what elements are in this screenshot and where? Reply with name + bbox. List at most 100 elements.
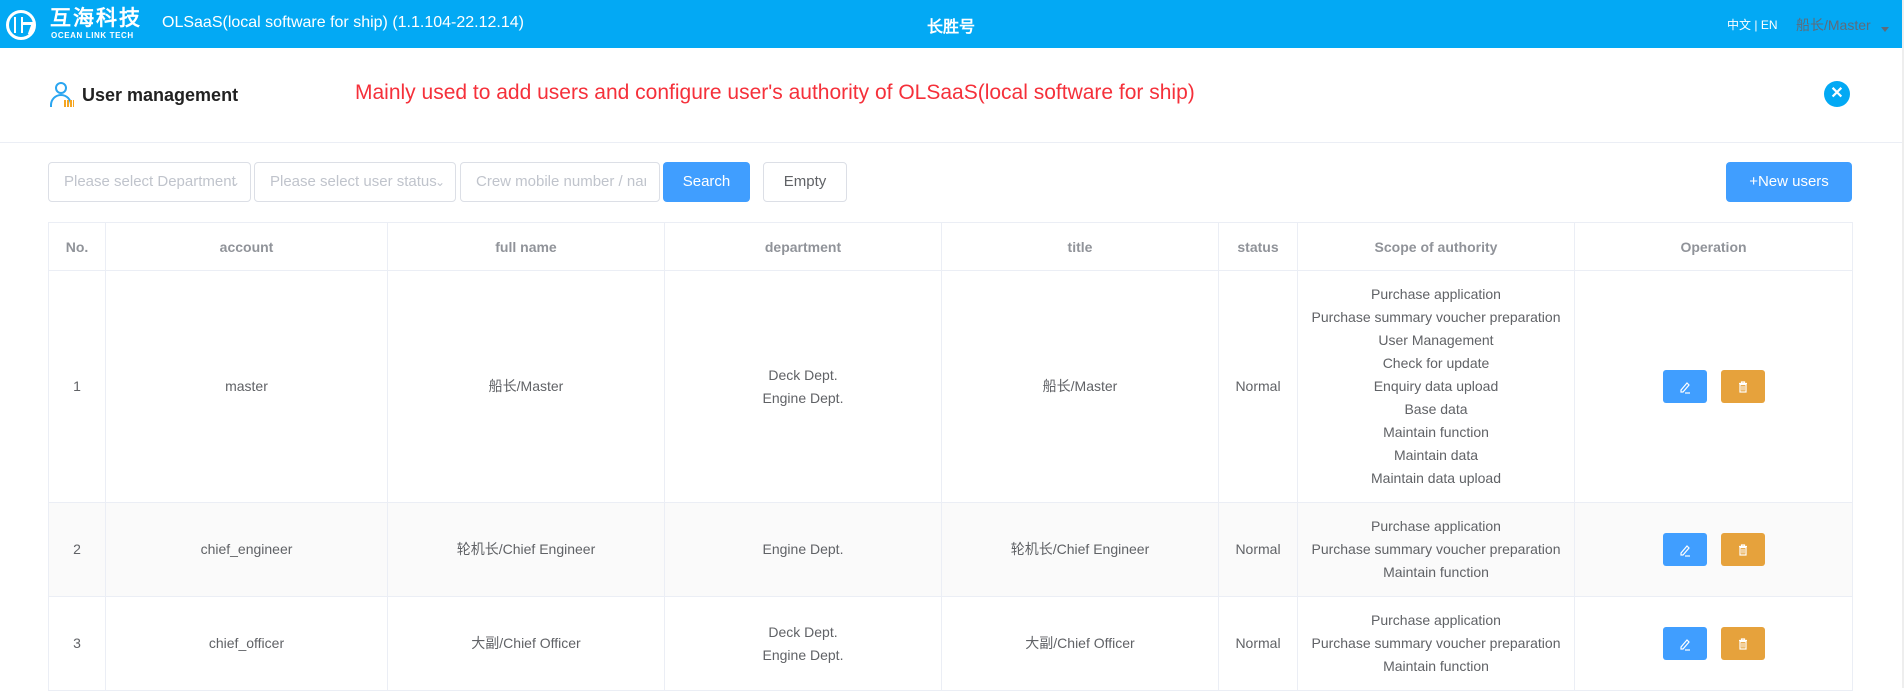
scope-item: Purchase application — [1371, 286, 1501, 302]
empty-button[interactable]: Empty — [763, 162, 847, 202]
edit-icon — [1679, 544, 1690, 557]
header-title: title — [941, 222, 1219, 271]
delete-button[interactable] — [1720, 627, 1765, 660]
user-menu[interactable]: 船长/Master — [1796, 15, 1871, 35]
scope-item: Enquiry data upload — [1373, 378, 1499, 394]
cell-department: Engine Dept. — [664, 502, 942, 597]
caret-down-icon[interactable] — [1881, 27, 1889, 32]
trash-icon — [1738, 637, 1747, 650]
lang-en-link[interactable]: EN — [1761, 18, 1778, 32]
users-table: No. account full name department title s… — [48, 222, 1853, 691]
header-department: department — [664, 222, 942, 271]
trash-icon — [1738, 543, 1747, 556]
edit-icon — [1679, 381, 1690, 394]
cell-title: 轮机长/Chief Engineer — [941, 502, 1219, 597]
edit-button[interactable] — [1662, 370, 1707, 403]
row-actions — [1575, 533, 1852, 566]
scope-item: User Management — [1378, 332, 1494, 348]
header-operation: Operation — [1574, 222, 1853, 271]
page-header: User management Mainly used to add users… — [0, 48, 1902, 143]
delete-button[interactable] — [1720, 370, 1765, 403]
cell-account: chief_engineer — [105, 502, 388, 597]
search-input[interactable] — [476, 173, 646, 190]
header-no: No. — [48, 222, 106, 271]
cell-scope: Purchase application Purchase summary vou… — [1297, 596, 1575, 691]
cell-scope: Purchase application Purchase summary vou… — [1297, 270, 1575, 503]
top-bar: 互海科技 OCEAN LINK TECH OLSaaS(local softwa… — [0, 0, 1902, 48]
department-item: Engine Dept. — [762, 389, 844, 406]
cell-status: Normal — [1218, 502, 1298, 597]
scope-item: Maintain data upload — [1371, 470, 1501, 486]
scope-item: Maintain data — [1393, 447, 1479, 463]
cell-status: Normal — [1218, 596, 1298, 691]
app-title: OLSaaS(local software for ship) (1.1.104… — [162, 14, 524, 31]
close-button[interactable]: ✕ — [1824, 81, 1850, 107]
new-users-button[interactable]: +New users — [1726, 162, 1852, 202]
cell-no: 2 — [48, 502, 106, 597]
table-row: 1 master 船长/Master Deck Dept. Engine Dept. 船长… — [48, 270, 1853, 503]
edit-button[interactable] — [1662, 627, 1707, 660]
department-select[interactable]: Please select Department ⌄ — [48, 162, 251, 202]
chevron-down-icon: ⌄ — [229, 175, 240, 189]
page-description: Mainly used to add users and configure u… — [355, 81, 1195, 104]
lang-cn-link[interactable]: 中文 — [1727, 18, 1751, 32]
header-full-name: full name — [387, 222, 665, 271]
status-select[interactable]: Please select user status ⌄ — [254, 162, 456, 202]
trash-icon — [1738, 380, 1747, 393]
department-item: Deck Dept. — [768, 366, 838, 383]
department-item: Deck Dept. — [768, 623, 838, 640]
cell-operation — [1574, 596, 1853, 691]
company-logo: 互海科技 OCEAN LINK TECH — [6, 7, 146, 41]
cell-no: 3 — [48, 596, 106, 691]
row-actions — [1575, 370, 1852, 403]
header-account: account — [105, 222, 388, 271]
cell-full-name: 船长/Master — [387, 270, 665, 503]
search-field[interactable] — [460, 162, 660, 202]
cell-no: 1 — [48, 270, 106, 503]
cell-scope: Purchase application Purchase summary vou… — [1297, 502, 1575, 597]
status-select-placeholder: Please select user status — [270, 173, 437, 190]
ship-name: 长胜号 — [927, 19, 976, 36]
delete-button[interactable] — [1720, 533, 1765, 566]
logo-text-cn: 互海科技 — [50, 7, 142, 30]
user-management-icon — [50, 82, 74, 108]
scope-item: Check for update — [1382, 355, 1490, 371]
scope-item: Maintain function — [1383, 658, 1489, 674]
cell-full-name: 大副/Chief Officer — [387, 596, 665, 691]
edit-button[interactable] — [1662, 533, 1707, 566]
chevron-down-icon: ⌄ — [434, 175, 445, 189]
language-switch: 中文 | EN — [1727, 16, 1777, 33]
edit-icon — [1679, 638, 1690, 651]
page-title: User management — [82, 85, 239, 105]
cell-operation — [1574, 502, 1853, 597]
lang-separator: | — [1751, 18, 1761, 32]
cell-title: 船长/Master — [941, 270, 1219, 503]
header-status: status — [1218, 222, 1298, 271]
cell-operation — [1574, 270, 1853, 503]
scope-item: Base data — [1404, 401, 1468, 417]
department-item: Engine Dept. — [762, 646, 844, 663]
logo-text-en: OCEAN LINK TECH — [51, 31, 134, 40]
table-row: 2 chief_engineer 轮机长/Chief Engineer Engine … — [48, 502, 1853, 597]
cell-full-name: 轮机长/Chief Engineer — [387, 502, 665, 597]
row-actions — [1575, 627, 1852, 660]
cell-title: 大副/Chief Officer — [941, 596, 1219, 691]
scope-item: Purchase summary voucher preparation — [1311, 309, 1561, 325]
search-button[interactable]: Search — [663, 162, 750, 202]
cell-account: chief_officer — [105, 596, 388, 691]
department-select-placeholder: Please select Department — [64, 173, 236, 190]
table-row: 3 chief_officer 大副/Chief Officer Deck Dept.… — [48, 596, 1853, 691]
scope-item: Maintain function — [1383, 564, 1489, 580]
scope-item: Maintain function — [1383, 424, 1489, 440]
scope-item: Purchase application — [1371, 612, 1501, 628]
scope-item: Purchase summary voucher preparation — [1311, 635, 1561, 651]
logo-mark-icon — [6, 10, 36, 40]
scope-item: Purchase application — [1371, 518, 1501, 534]
header-scope: Scope of authority — [1297, 222, 1575, 271]
table-header-row: No. account full name department title s… — [48, 222, 1853, 271]
cell-department: Deck Dept. Engine Dept. — [664, 596, 942, 691]
cell-status: Normal — [1218, 270, 1298, 503]
scope-item: Purchase summary voucher preparation — [1311, 541, 1561, 557]
department-item: Engine Dept. — [762, 541, 844, 557]
cell-department: Deck Dept. Engine Dept. — [664, 270, 942, 503]
